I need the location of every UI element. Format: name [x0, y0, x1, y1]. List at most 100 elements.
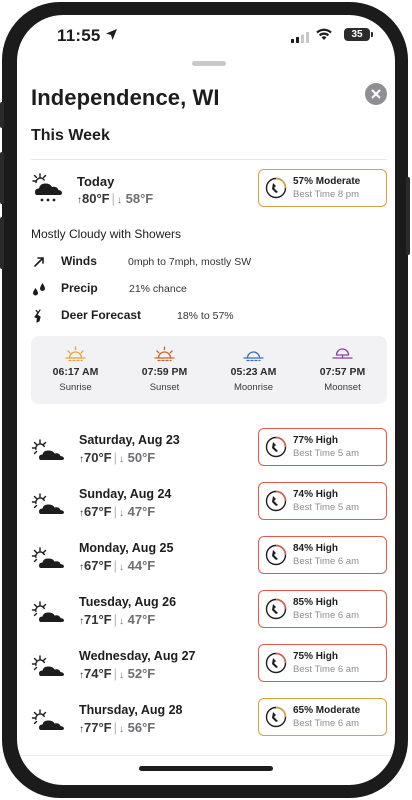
arrow-down-icon: ↓ [119, 616, 124, 627]
activity-percent: 57% Moderate [293, 176, 361, 187]
low-temp: 47°F [127, 612, 156, 627]
separator: | [113, 612, 117, 627]
deer-activity-badge[interactable]: 84% High Best Time 6 am [258, 536, 387, 574]
cellular-signal-icon [291, 30, 309, 48]
sunrise-icon [65, 346, 86, 367]
phone-frame: 11:55 35 Independence, WI This Week Toda… [0, 2, 410, 798]
sunrise-label: Sunrise [59, 382, 92, 393]
partly-cloudy-icon [31, 601, 67, 630]
deer-dial-icon [265, 177, 287, 199]
arrow-down-icon: ↓ [119, 670, 124, 681]
deer-activity-badge[interactable]: 57% Moderate Best Time 8 pm [258, 169, 387, 207]
low-temp: 44°F [127, 558, 156, 573]
partly-cloudy-icon [31, 709, 67, 738]
forecast-row[interactable]: Thursday, Aug 28 ↑77°F | ↓ 56°F 65% Modera… [31, 698, 387, 743]
page-title: Independence, WI [31, 85, 220, 110]
temperature-range: ↑70°F | ↓ 50°F [79, 450, 155, 465]
deer-activity-badge[interactable]: 65% Moderate Best Time 6 am [258, 698, 387, 736]
arrow-down-icon: ↓ [117, 195, 122, 206]
activity-percent: 75% High [293, 651, 339, 662]
temperature-range: ↑71°F | ↓ 47°F [79, 612, 155, 627]
high-temp: 77°F [84, 720, 112, 735]
deer-icon [31, 308, 47, 324]
forecast-row[interactable]: Wednesday, Aug 27 ↑74°F | ↓ 52°F 75% High B… [31, 644, 387, 689]
detail-label: Winds [61, 254, 97, 268]
best-time: Best Time 6 am [293, 664, 359, 675]
deer-activity-badge[interactable]: 85% High Best Time 6 am [258, 590, 387, 628]
screen: 11:55 35 Independence, WI This Week Toda… [17, 15, 395, 785]
moonrise-label: Moonrise [233, 382, 274, 393]
forecast-row[interactable]: Sunday, Aug 24 ↑67°F | ↓ 47°F 74% High Best… [31, 482, 387, 527]
wifi-icon [315, 27, 333, 46]
location-arrow-icon [105, 28, 118, 46]
section-title: This Week [31, 127, 110, 144]
sunrise-item: 06:17 AM Sunrise [31, 336, 120, 404]
best-time: Best Time 5 am [293, 502, 359, 513]
low-temp: 52°F [127, 666, 156, 681]
separator: | [113, 720, 117, 735]
close-icon [371, 89, 381, 99]
activity-percent: 85% High [293, 597, 339, 608]
detail-value: 0mph to 7mph, mostly SW [128, 256, 252, 268]
day-label: Today [77, 174, 115, 189]
sunset-item: 07:59 PM Sunset [120, 336, 209, 404]
high-temp: 67°F [84, 558, 112, 573]
temperature-range: ↑80°F | ↓ 58°F [77, 191, 153, 206]
activity-percent: 65% Moderate [293, 705, 361, 716]
separator: | [113, 666, 117, 681]
moonset-icon [332, 346, 353, 367]
arrow-down-icon: ↓ [119, 724, 124, 735]
best-time: Best Time 6 am [293, 718, 359, 729]
cloudy-showers-icon [31, 173, 65, 210]
temperature-range: ↑67°F | ↓ 47°F [79, 504, 155, 519]
close-button[interactable] [365, 83, 387, 105]
volume-down-button [0, 217, 4, 269]
high-temp: 67°F [84, 504, 112, 519]
temperature-range: ↑74°F | ↓ 52°F [79, 666, 155, 681]
temperature-range: ↑77°F | ↓ 56°F [79, 720, 155, 735]
arrow-down-icon: ↓ [119, 508, 124, 519]
today-row[interactable]: Today ↑80°F | ↓ 58°F 57% Moderate Best Tim… [31, 169, 387, 219]
deer-activity-badge[interactable]: 77% High Best Time 5 am [258, 428, 387, 466]
forecast-row[interactable]: Saturday, Aug 23 ↑70°F | ↓ 50°F 77% High Be… [31, 428, 387, 473]
sheet-grabber[interactable] [192, 61, 226, 66]
day-label: Thursday, Aug 28 [79, 703, 183, 717]
best-time: Best Time 6 am [293, 610, 359, 621]
volume-up-button [0, 152, 4, 204]
deer-dial-icon [265, 436, 287, 458]
day-label: Tuesday, Aug 26 [79, 595, 177, 609]
detail-label: Deer Forecast [61, 308, 142, 322]
raindrops-icon [31, 281, 47, 297]
moonset-time: 07:57 PM [319, 366, 366, 378]
day-label: Saturday, Aug 23 [79, 433, 180, 447]
low-temp: 58°F [125, 191, 154, 206]
status-time: 11:55 [57, 26, 101, 45]
deer-dial-icon [265, 652, 287, 674]
day-label: Monday, Aug 25 [79, 541, 174, 555]
low-temp: 47°F [127, 504, 156, 519]
silent-switch [0, 102, 4, 128]
low-temp: 50°F [127, 450, 156, 465]
detail-value: 21% chance [129, 283, 187, 295]
high-temp: 80°F [82, 191, 110, 206]
battery-icon: 35 [344, 28, 373, 41]
best-time: Best Time 8 pm [293, 189, 359, 200]
activity-percent: 84% High [293, 543, 339, 554]
deer-dial-icon [265, 706, 287, 728]
best-time: Best Time 5 am [293, 448, 359, 459]
forecast-row[interactable]: Tuesday, Aug 26 ↑71°F | ↓ 47°F 85% High Bes… [31, 590, 387, 635]
arrow-down-icon: ↓ [119, 454, 124, 465]
deer-dial-icon [265, 490, 287, 512]
forecast-row[interactable]: Monday, Aug 25 ↑67°F | ↓ 44°F 84% High Best… [31, 536, 387, 581]
deer-activity-badge[interactable]: 74% High Best Time 5 am [258, 482, 387, 520]
deer-activity-badge[interactable]: 75% High Best Time 6 am [258, 644, 387, 682]
divider [17, 755, 395, 756]
detail-value: 18% to 57% [177, 310, 234, 322]
home-indicator[interactable] [139, 766, 273, 771]
day-label: Wednesday, Aug 27 [79, 649, 196, 663]
deer-dial-icon [265, 544, 287, 566]
sun-moon-panel: 06:17 AM Sunrise 07:59 PM Sunset 05:23 A… [31, 336, 387, 404]
temperature-range: ↑67°F | ↓ 44°F [79, 558, 155, 573]
weather-summary: Mostly Cloudy with Showers [31, 227, 182, 241]
partly-cloudy-icon [31, 655, 67, 684]
